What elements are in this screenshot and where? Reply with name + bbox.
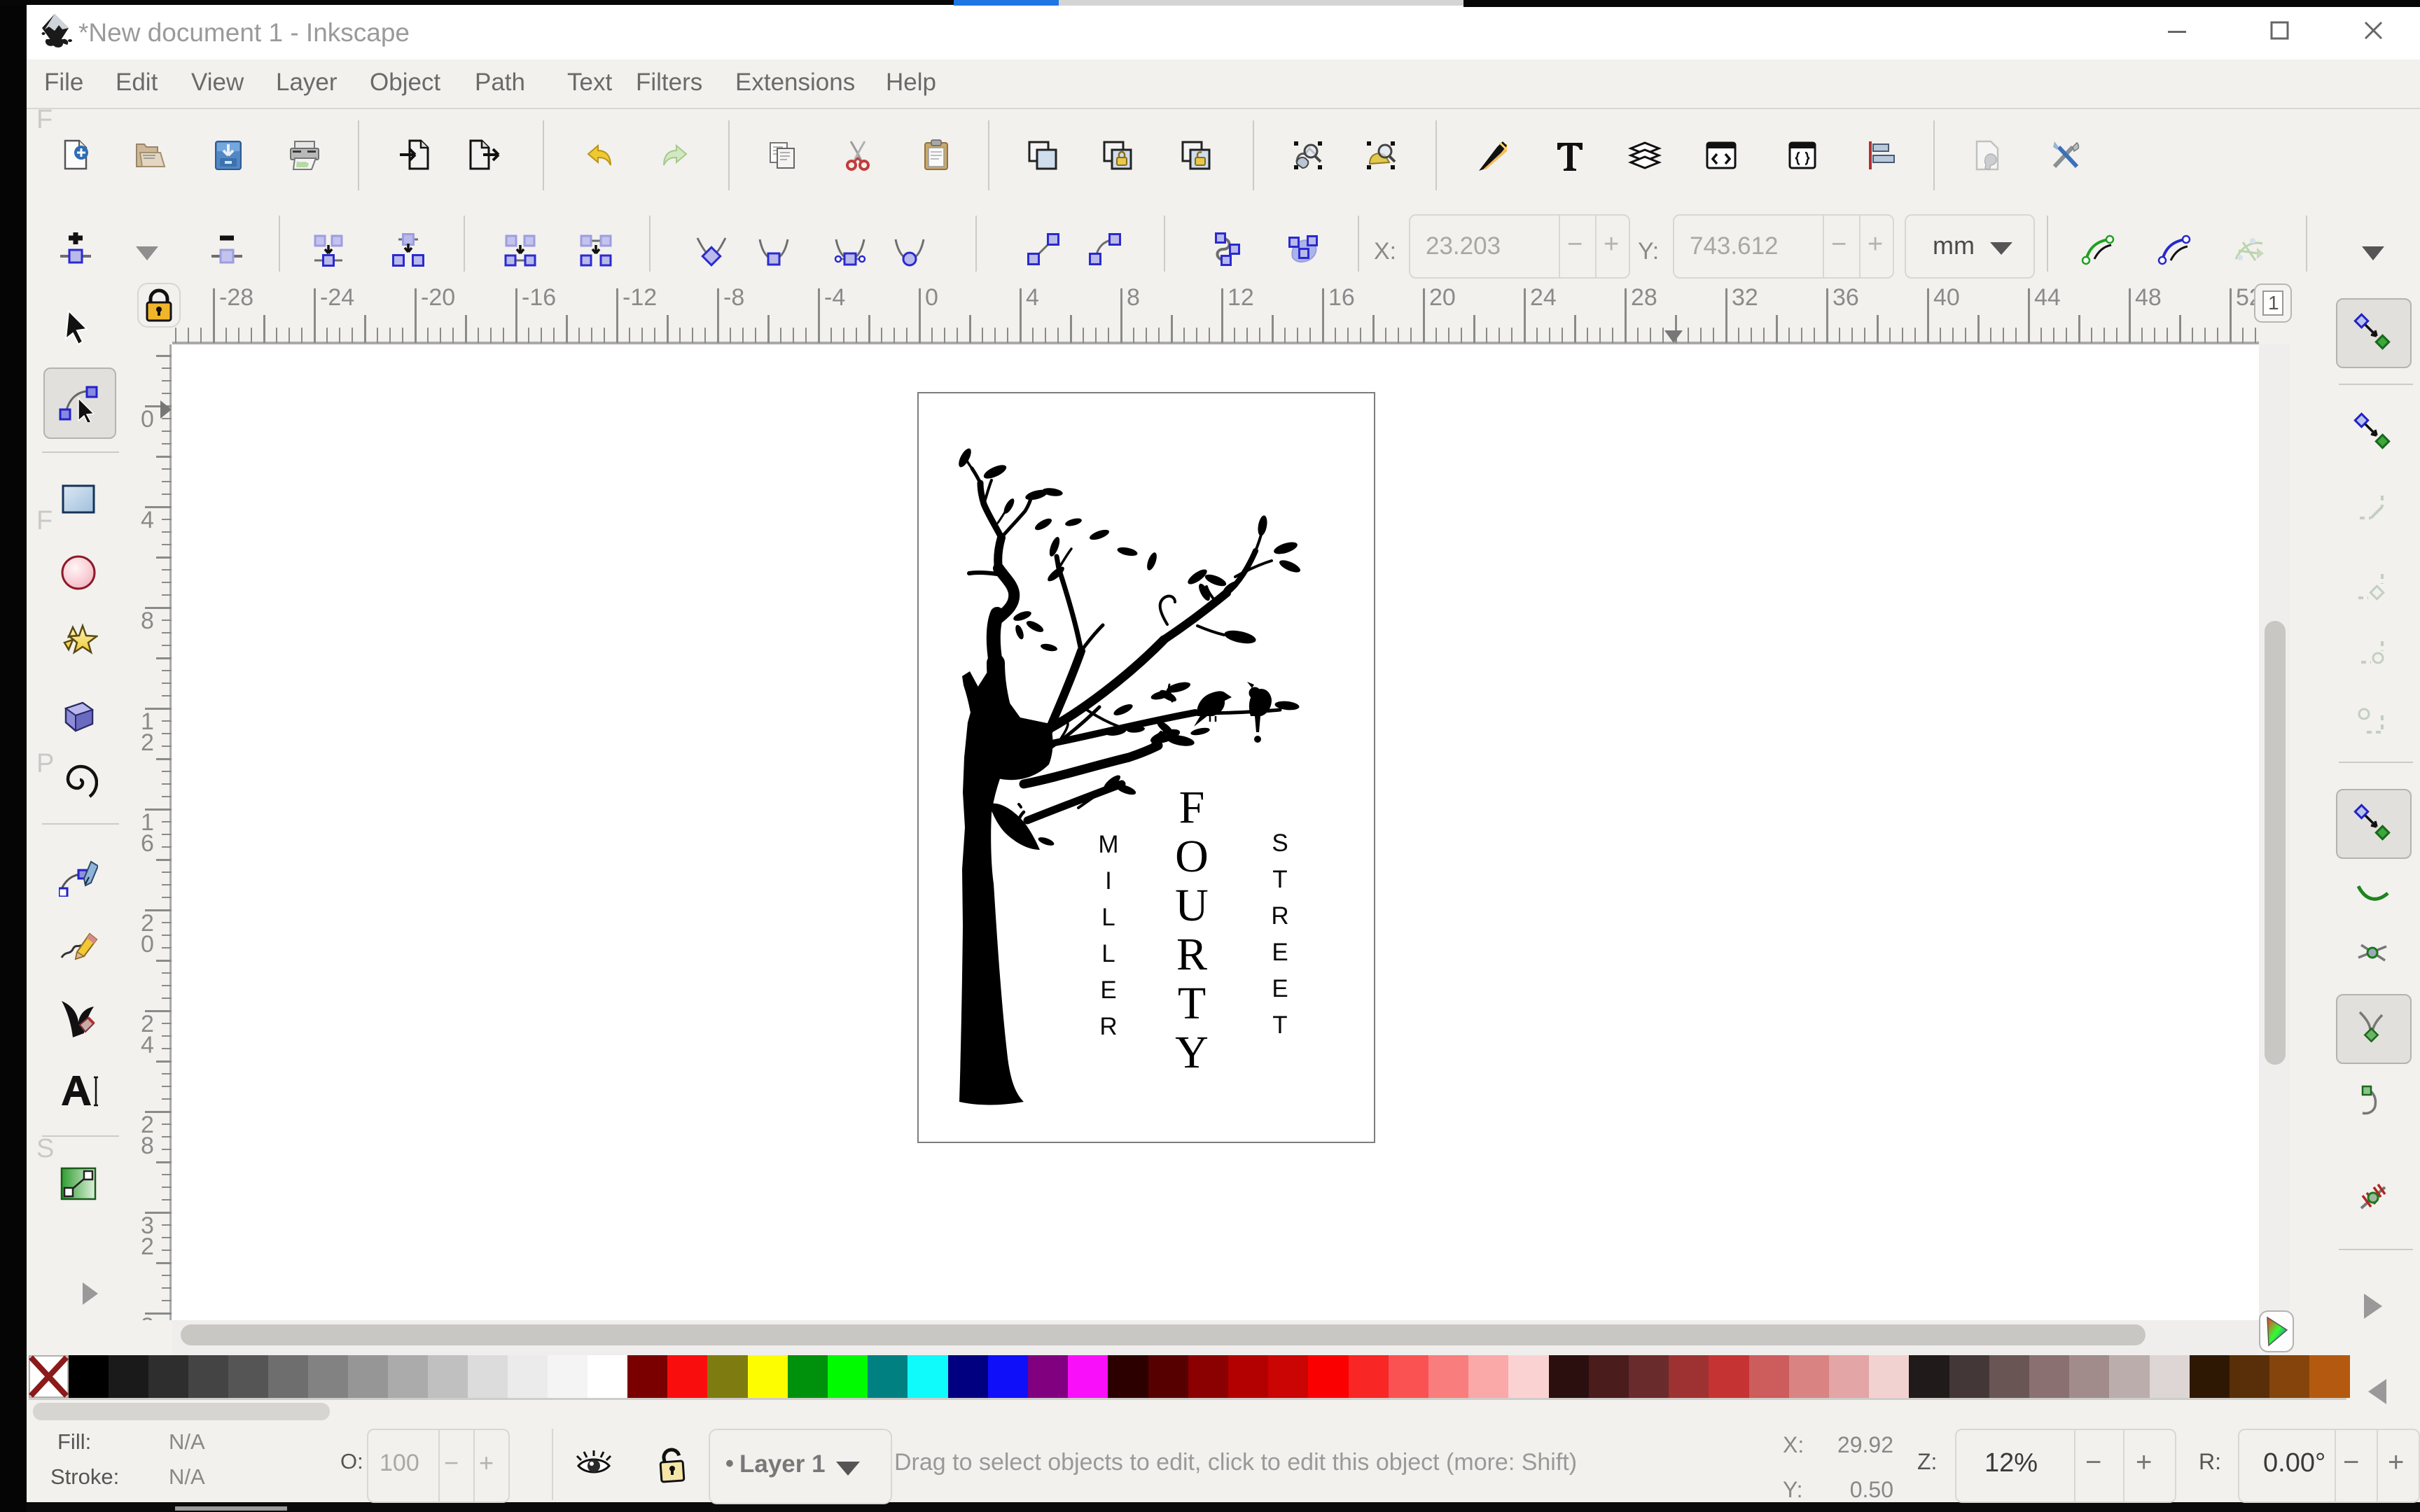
svg-text:16: 16: [1328, 284, 1355, 311]
svg-text:-20: -20: [421, 284, 455, 311]
svg-text:4: 4: [141, 507, 154, 533]
svg-text:4: 4: [1026, 284, 1039, 311]
svg-text:0: 0: [141, 406, 154, 433]
svg-text:-24: -24: [320, 284, 354, 311]
svg-text:0: 0: [141, 931, 154, 958]
svg-text:32: 32: [1732, 284, 1758, 311]
svg-text:-4: -4: [824, 284, 845, 311]
svg-text:8: 8: [141, 1133, 154, 1159]
svg-text:0: 0: [925, 284, 938, 311]
svg-text:12: 12: [1228, 284, 1254, 311]
svg-text:-12: -12: [623, 284, 657, 311]
svg-text:3: 3: [141, 1313, 154, 1320]
svg-text:40: 40: [1933, 284, 1960, 311]
svg-text:20: 20: [1429, 284, 1456, 311]
svg-text:-28: -28: [219, 284, 253, 311]
svg-text:28: 28: [1631, 284, 1657, 311]
svg-text:44: 44: [2034, 284, 2061, 311]
svg-text:1: 1: [2268, 292, 2279, 314]
svg-text:8: 8: [1127, 284, 1140, 311]
svg-text:-8: -8: [723, 284, 744, 311]
svg-text:2: 2: [141, 1233, 154, 1260]
svg-text:24: 24: [1530, 284, 1557, 311]
svg-text:8: 8: [141, 608, 154, 634]
svg-text:-16: -16: [522, 284, 556, 311]
svg-text:6: 6: [141, 830, 154, 857]
svg-text:2: 2: [141, 729, 154, 756]
svg-text:36: 36: [1833, 284, 1859, 311]
svg-text:4: 4: [141, 1032, 154, 1058]
svg-text:48: 48: [2135, 284, 2162, 311]
